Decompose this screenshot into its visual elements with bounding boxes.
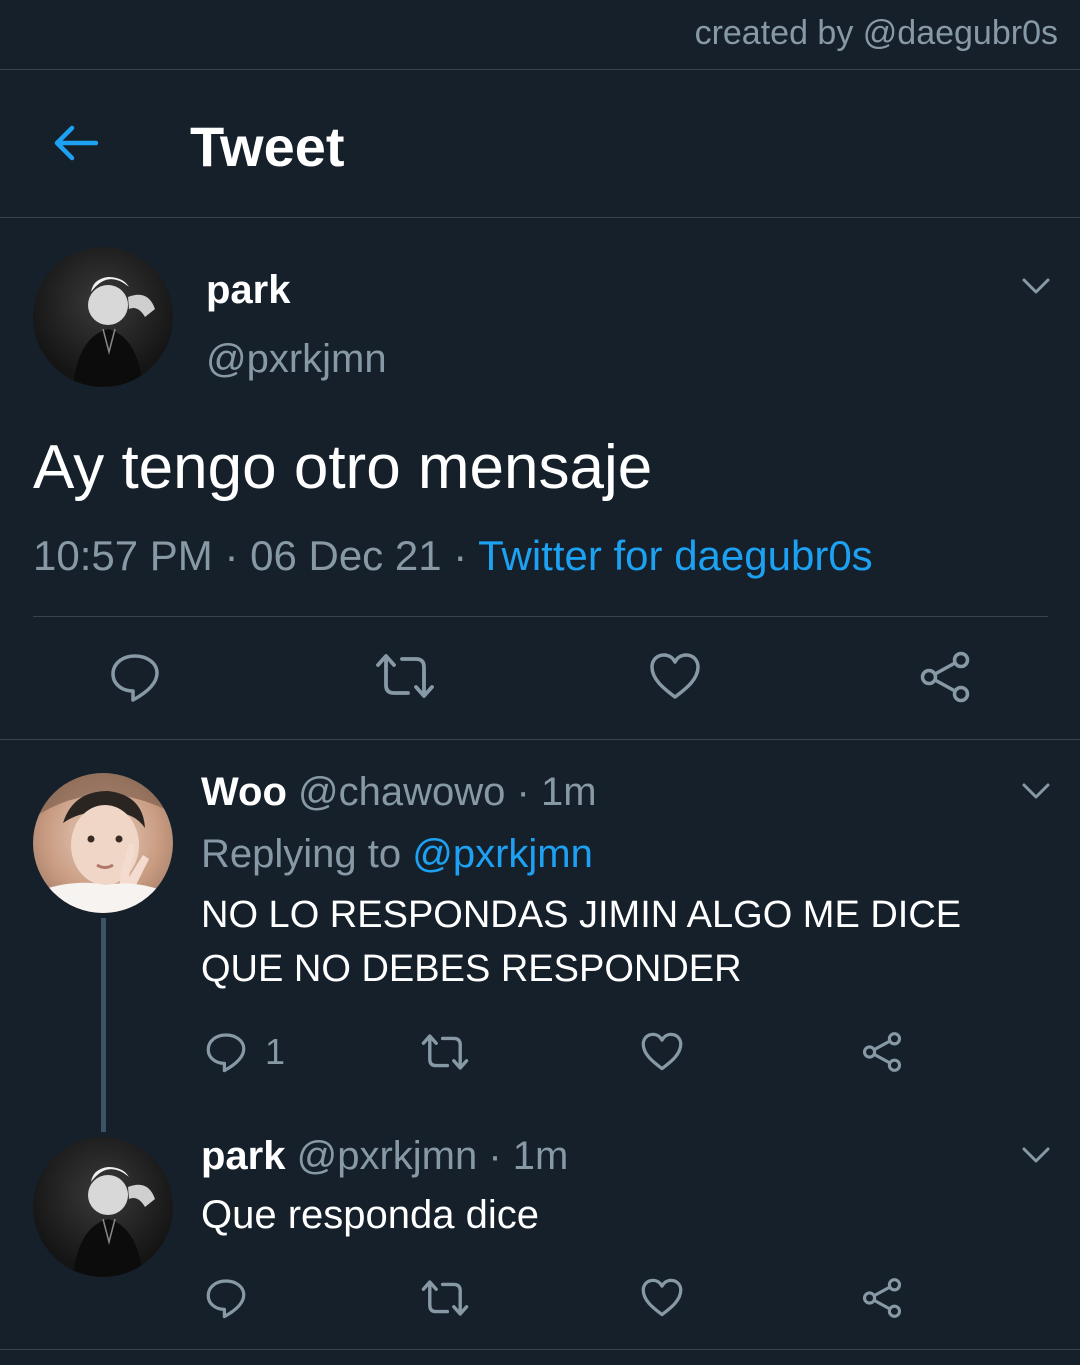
reply-header: Woo @chawowo · 1m: [201, 770, 597, 814]
reply-icon: [111, 654, 159, 702]
share-icon: [862, 1032, 902, 1072]
retweet-button[interactable]: [374, 651, 436, 701]
chevron-down-icon[interactable]: [1018, 1137, 1054, 1173]
replying-to-label: Replying to: [201, 832, 402, 876]
retweet-icon: [376, 654, 434, 698]
creator-credit: created by @daegubr0s: [694, 14, 1058, 52]
page-title: Tweet: [190, 115, 345, 178]
tweet-text: Ay tengo otro mensaje: [33, 433, 653, 502]
tweet-source[interactable]: Twitter for daegubr0s: [478, 532, 873, 579]
author-handle[interactable]: @pxrkjmn: [206, 337, 387, 382]
share-icon: [862, 1278, 902, 1318]
like-icon: [641, 1278, 683, 1317]
reply-age: 1m: [512, 1134, 569, 1178]
reply-text-line: NO LO RESPONDAS JIMIN ALGO ME DICE: [201, 894, 962, 936]
author-handle[interactable]: @chawowo: [298, 770, 505, 814]
author-name[interactable]: park: [206, 268, 291, 313]
section-divider: [0, 739, 1080, 740]
like-button[interactable]: [640, 1031, 684, 1072]
profile-photo: [73, 1167, 155, 1277]
profile-photo: [33, 773, 173, 913]
author-name[interactable]: Woo: [201, 770, 287, 814]
retweet-button[interactable]: [420, 1278, 470, 1318]
replying-to: Replying to @pxrkjmn: [201, 832, 593, 877]
bottom-divider: [0, 1349, 1080, 1350]
chevron-down-icon[interactable]: [1018, 268, 1054, 304]
tweet-meta: 10:57 PM · 06 Dec 21 · Twitter for daegu…: [33, 532, 873, 579]
back-arrow-icon: [54, 125, 98, 161]
meta-divider: [33, 616, 1048, 617]
retweet-icon: [421, 1280, 469, 1316]
retweet-icon: [421, 1034, 469, 1070]
reply-header: park @pxrkjmn · 1m: [201, 1134, 569, 1178]
reply-text-line: Que responda dice: [201, 1193, 540, 1237]
replying-to-link[interactable]: @pxrkjmn: [412, 832, 593, 876]
tweet-date: 06 Dec 21: [250, 532, 442, 579]
profile-photo: [73, 277, 155, 387]
reply-button[interactable]: 1: [205, 1031, 285, 1073]
thread-line: [101, 918, 106, 1132]
reply-age: 1m: [540, 770, 597, 814]
reply-text: Que responda dice: [201, 1188, 539, 1242]
share-button[interactable]: [918, 651, 972, 703]
reply-icon: [206, 1033, 246, 1073]
avatar[interactable]: [33, 773, 173, 913]
reply-icon: [206, 1279, 246, 1319]
reply-count: 1: [265, 1031, 286, 1072]
reply-button[interactable]: [109, 651, 161, 703]
like-icon: [650, 653, 700, 699]
reply-text-line: QUE NO DEBES RESPONDER: [201, 948, 742, 990]
like-button[interactable]: [648, 651, 702, 701]
author-handle[interactable]: @pxrkjmn: [297, 1134, 478, 1178]
share-button[interactable]: [861, 1031, 903, 1073]
header-divider: [0, 217, 1080, 218]
reply-text: NO LO RESPONDAS JIMIN ALGO ME DICE QUE N…: [201, 888, 961, 996]
avatar[interactable]: [33, 1137, 173, 1277]
tweet-time: 10:57 PM: [33, 532, 213, 579]
retweet-button[interactable]: [420, 1032, 470, 1072]
chevron-down-icon[interactable]: [1018, 773, 1054, 809]
share-button[interactable]: [861, 1277, 903, 1319]
reply-button[interactable]: [205, 1277, 247, 1319]
like-icon: [641, 1032, 683, 1071]
like-button[interactable]: [640, 1277, 684, 1318]
share-icon: [920, 651, 970, 703]
back-button[interactable]: [50, 118, 100, 168]
header-bar: Tweet: [0, 70, 1080, 217]
avatar[interactable]: [33, 247, 173, 387]
author-name[interactable]: park: [201, 1134, 286, 1178]
